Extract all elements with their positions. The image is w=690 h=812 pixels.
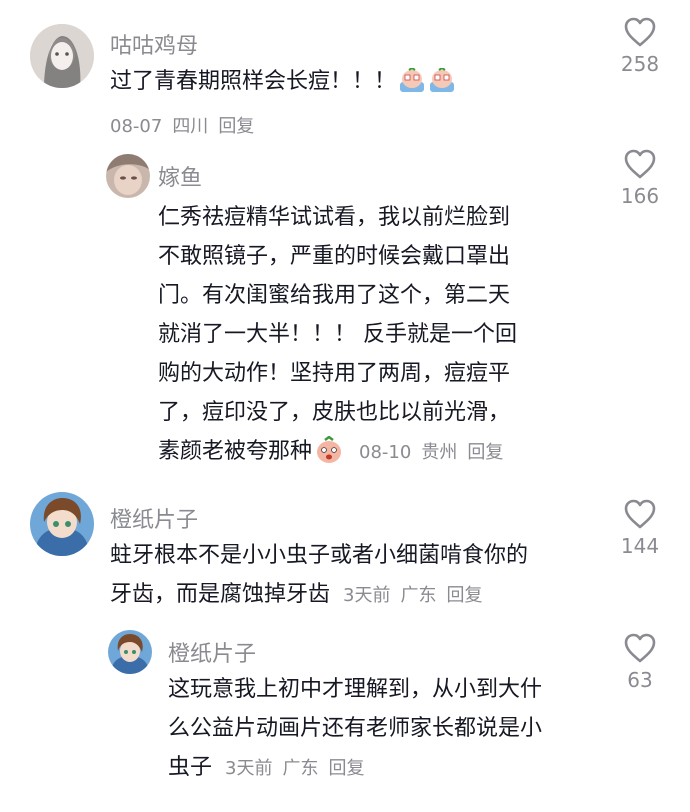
comment-last-line: 牙齿，而是腐蚀掉牙齿 3天前 广东 回复 (110, 575, 528, 615)
sticker-emoji (314, 435, 344, 477)
avatar[interactable] (30, 24, 94, 88)
username[interactable]: 咕咕鸡母 (110, 28, 198, 60)
like-button[interactable]: 258 (605, 16, 675, 76)
comment-last-line: 素颜老被夸那种 08-10 贵州 回复 (158, 432, 517, 477)
comment-date: 08-10 (359, 442, 412, 463)
comment-line: 仁秀祛痘精华试试看，我以前烂脸到 (158, 205, 511, 230)
comment-meta: 3天前 广东 回复 (343, 585, 492, 606)
avatar[interactable] (30, 492, 94, 556)
sticker-emoji (398, 66, 426, 107)
comment-line: 购的大动作！坚持用了两周，痘痘平 (158, 361, 511, 386)
comment-meta: 3天前 广东 回复 (225, 758, 374, 779)
comment-text: 蛀牙根本不是小小虫子或者小细菌啃食你的 牙齿，而是腐蚀掉牙齿 3天前 广东 回复 (110, 536, 528, 615)
like-button[interactable]: 166 (605, 148, 675, 208)
heart-outline-icon (624, 633, 656, 663)
avatar[interactable] (108, 630, 152, 674)
comment-meta: 08-07 四川 回复 (110, 112, 264, 138)
comment-line: 不敢照镜子，严重的时候会戴口罩出 (158, 244, 511, 269)
comment-line: 了，痘印没了，皮肤也比以前光滑， (158, 400, 511, 425)
comment-text: 这玩意我上初中才理解到，从小到大什 么公益片动画片还有老师家长都说是小 虫子 3… (168, 670, 542, 788)
comment-location: 四川 (172, 116, 209, 137)
comment-line: 牙齿，而是腐蚀掉牙齿 (110, 582, 331, 607)
comment-date: 3天前 (343, 585, 391, 606)
like-button[interactable]: 144 (605, 498, 675, 558)
avatar[interactable] (106, 154, 150, 198)
heart-outline-icon (624, 149, 656, 179)
reply-button[interactable]: 回复 (446, 585, 482, 606)
like-count: 166 (620, 184, 660, 208)
comment-text: 仁秀祛痘精华试试看，我以前烂脸到 不敢照镜子，严重的时候会戴口罩出 门。有次闺蜜… (158, 198, 517, 477)
comment-location: 广东 (282, 758, 319, 779)
comment-line: 就消了一大半！！！ 反手就是一个回 (158, 322, 517, 347)
reply-button[interactable]: 回复 (467, 442, 503, 463)
like-count: 63 (627, 668, 653, 692)
comment-line: 虫子 (168, 755, 213, 780)
username[interactable]: 橙纸片子 (110, 502, 198, 534)
username[interactable]: 嫁鱼 (158, 160, 202, 192)
heart-outline-icon (624, 17, 656, 47)
comment-line: 这玩意我上初中才理解到，从小到大什 (168, 677, 543, 702)
username[interactable]: 橙纸片子 (168, 636, 256, 668)
heart-outline-icon (624, 499, 656, 529)
like-count: 144 (620, 534, 660, 558)
reply-button[interactable]: 回复 (328, 758, 364, 779)
reply-button[interactable]: 回复 (218, 116, 254, 137)
comment-line: 蛀牙根本不是小小虫子或者小细菌啃食你的 (110, 543, 529, 568)
comment-last-line: 虫子 3天前 广东 回复 (168, 748, 542, 788)
like-count: 258 (620, 52, 660, 76)
comment-meta: 08-10 贵州 回复 (359, 442, 513, 463)
comment-location: 广东 (400, 585, 437, 606)
comment-location: 贵州 (421, 442, 458, 463)
comment-line: 素颜老被夸那种 (158, 439, 313, 464)
comment-date: 3天前 (225, 758, 273, 779)
like-button[interactable]: 63 (605, 632, 675, 692)
comment-date: 08-07 (110, 116, 163, 137)
sticker-emoji (428, 66, 456, 107)
comment-text-body: 过了青春期照样会长痘！！！ (110, 69, 397, 94)
comment-text: 过了青春期照样会长痘！！！ (110, 62, 456, 107)
comment-line: 么公益片动画片还有老师家长都说是小 (168, 716, 543, 741)
comment-line: 门。有次闺蜜给我用了这个，第二天 (158, 283, 511, 308)
